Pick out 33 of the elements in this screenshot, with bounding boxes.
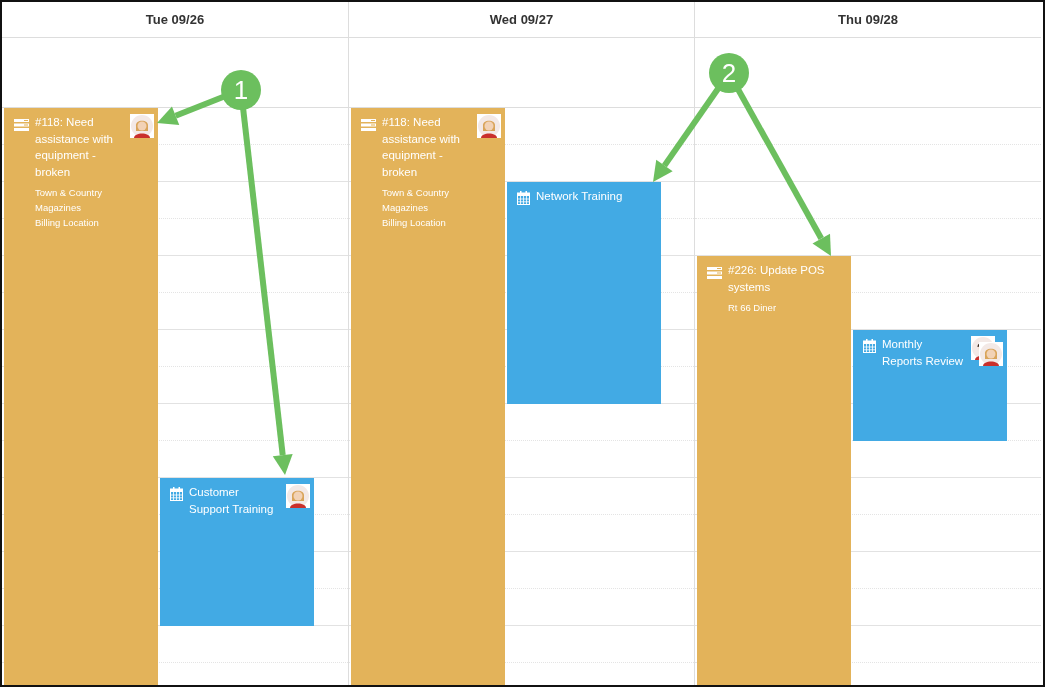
list-icon [707,267,722,279]
arrow [157,93,226,125]
event-title: #118: Need assistance with equipment - broken [382,115,461,180]
meeting-card[interactable]: Network Training [507,182,661,404]
calendar-icon [170,487,183,501]
calendar-icon [863,339,876,353]
day-header: Thu 09/28 [838,12,898,27]
callout-number: 2 [709,53,749,93]
calendar-icon [517,191,530,205]
list-icon [14,119,29,131]
event-title: #118: Need assistance with equipment - broken [35,115,114,180]
event-detail: Rt 66 Diner [728,301,778,315]
event-title: Monthly Reports Review [882,337,965,369]
ticket-card[interactable]: #118: Need assistance with equipment - broken Town & Country Magazines Billing Location [351,108,505,685]
avatar-icon [979,342,1003,366]
event-detail: Billing Location [35,216,100,230]
event-title: #226: Update POS systems [728,263,826,295]
list-icon [361,119,376,131]
meeting-card[interactable]: Customer Support Training [160,478,314,626]
callout-number: 1 [221,70,261,110]
avatar-icon [477,114,501,138]
event-detail: Town & Country Magazines [382,186,451,215]
meeting-card[interactable]: Monthly Reports Review [853,330,1007,441]
ticket-card[interactable]: #226: Update POS systems Rt 66 Diner [697,256,851,685]
event-title: Customer Support Training [189,485,275,517]
avatar-icon [286,484,310,508]
day-header: Tue 09/26 [145,12,205,27]
event-detail: Billing Location [382,216,447,230]
event-detail: Town & Country Magazines [35,186,104,215]
event-title: Network Training [536,189,624,204]
avatar-icon [130,114,154,138]
ticket-card[interactable]: #118: Need assistance with equipment - broken Town & Country Magazines Billing Location [4,108,158,685]
day-header: Wed 09/27 [489,12,554,27]
